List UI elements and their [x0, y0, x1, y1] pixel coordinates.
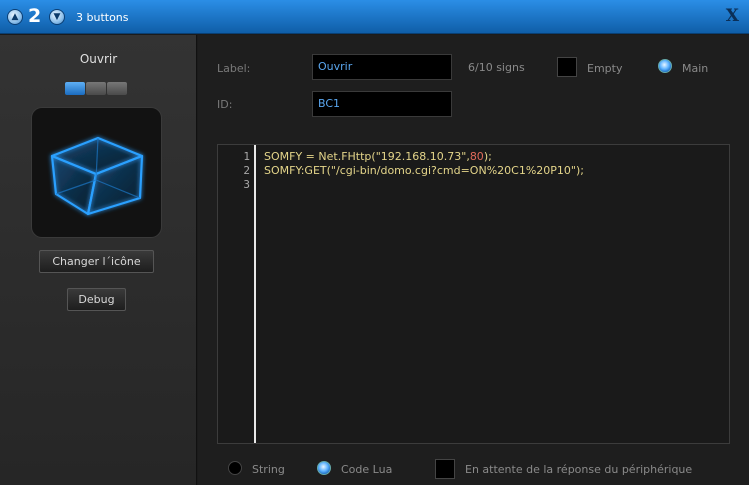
- left-panel: Ouvrir Changer l´icône Debug: [0, 35, 197, 485]
- waiting-label: En attente de la réponse du périphérique: [465, 463, 693, 476]
- empty-label: Empty: [587, 62, 623, 75]
- signs-counter: 6/10 signs: [468, 61, 525, 74]
- change-icon-button[interactable]: Changer l´icône: [39, 250, 154, 273]
- id-caption: ID:: [217, 98, 233, 111]
- icon-tab-1[interactable]: [65, 82, 85, 95]
- code-token: );: [575, 164, 584, 177]
- right-panel: Label: Ouvrir 6/10 signs Empty Main ID: …: [198, 35, 749, 485]
- code-token: 80: [469, 150, 484, 163]
- empty-checkbox[interactable]: [557, 57, 577, 77]
- waiting-checkbox[interactable]: [435, 459, 455, 479]
- label-caption: Label:: [217, 62, 251, 75]
- string-radio[interactable]: [228, 461, 242, 475]
- code-token: SOMFY = Net.FHttp(: [264, 150, 376, 163]
- line-number: 2: [243, 164, 250, 177]
- icon-tab-2[interactable]: [86, 82, 106, 95]
- line-number: 1: [243, 150, 250, 163]
- code-token: SOMFY:GET(: [264, 164, 331, 177]
- window-title: 3 buttons: [76, 11, 129, 24]
- string-label: String: [252, 463, 285, 476]
- line-gutter: 1 2 3: [218, 145, 256, 443]
- code-line-2: SOMFY:GET("/cgi-bin/domo.cgi?cmd=ON%20C1…: [264, 164, 584, 177]
- icon-tab-3[interactable]: [107, 82, 127, 95]
- code-line-1: SOMFY = Net.FHttp("192.168.10.73",80);: [264, 150, 492, 163]
- cube-icon: [50, 136, 144, 216]
- main-label: Main: [682, 62, 709, 75]
- id-input[interactable]: BC1: [312, 91, 452, 117]
- icon-tabs: [65, 82, 127, 95]
- page-number: 2: [28, 5, 42, 27]
- main-radio[interactable]: [658, 59, 672, 73]
- code-token: "192.168.10.73": [375, 150, 467, 163]
- code-editor[interactable]: 1 2 3 SOMFY = Net.FHttp("192.168.10.73",…: [217, 144, 730, 444]
- icon-preview: [31, 107, 162, 238]
- up-arrow-icon[interactable]: ▲: [7, 9, 23, 25]
- debug-button[interactable]: Debug: [67, 288, 126, 311]
- line-number: 3: [243, 178, 250, 191]
- down-arrow-icon[interactable]: ▼: [49, 9, 65, 25]
- code-token: );: [483, 150, 492, 163]
- label-input[interactable]: Ouvrir: [312, 54, 452, 80]
- title-bar: ▲ 2 ▼ 3 buttons X: [0, 0, 749, 34]
- code-lua-label: Code Lua: [341, 463, 393, 476]
- code-token: "/cgi-bin/domo.cgi?cmd=ON%20C1%20P10": [330, 164, 576, 177]
- code-lua-radio[interactable]: [317, 461, 331, 475]
- button-title: Ouvrir: [79, 52, 118, 66]
- close-icon[interactable]: X: [726, 6, 739, 26]
